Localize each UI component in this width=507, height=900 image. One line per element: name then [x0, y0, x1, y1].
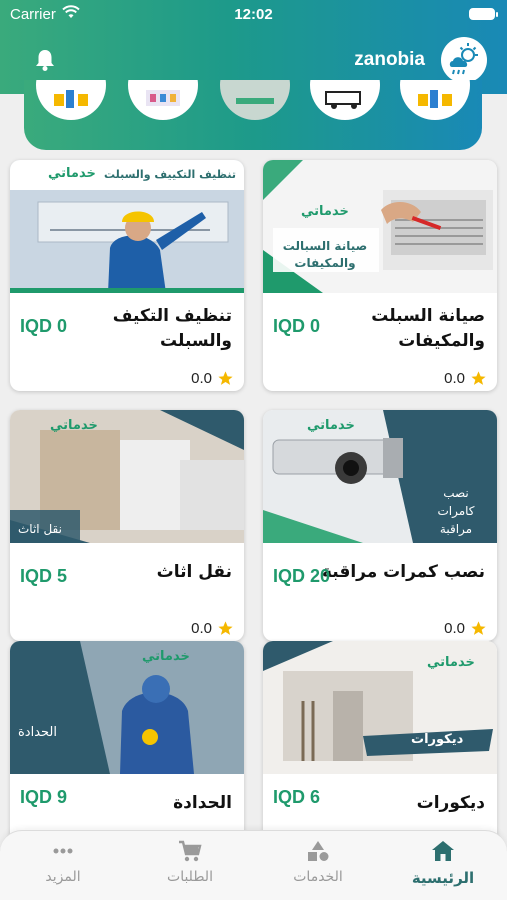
service-banner: الحدادة	[18, 725, 57, 740]
username-label: zanobia	[354, 49, 425, 70]
service-rating: 0.0	[444, 370, 487, 387]
service-card[interactable]: خدماتي نصب كامرات مراقبة نصب كمرات مراقب…	[263, 410, 497, 641]
service-price: IQD 5	[20, 566, 68, 586]
star-icon	[218, 621, 233, 635]
tab-home[interactable]: الرئيسية	[388, 839, 498, 887]
service-price: IQD 9	[20, 787, 68, 807]
rating-value: 0.0	[444, 620, 465, 637]
shapes-icon	[308, 841, 329, 861]
category-item-moving[interactable]	[310, 80, 380, 120]
service-brand: خدماتي	[427, 655, 475, 670]
tab-label: الطلبات	[167, 869, 213, 885]
rating-value: 0.0	[191, 370, 212, 387]
service-name: نقل اثاث	[156, 562, 232, 582]
tab-more[interactable]: المزيد	[8, 839, 118, 885]
service-image-blacksmith	[10, 641, 244, 774]
category-item-painting[interactable]	[128, 80, 198, 120]
service-name: تنظيف التكيف والسبلت	[112, 306, 232, 351]
tab-services[interactable]: الخدمات	[263, 839, 373, 885]
bell-icon[interactable]	[34, 48, 56, 72]
cart-icon	[179, 840, 202, 862]
more-icon	[53, 848, 73, 854]
home-icon	[432, 841, 454, 861]
tab-label: المزيد	[45, 869, 81, 885]
service-price: IQD 20	[273, 566, 331, 586]
service-brand: خدماتي	[48, 166, 96, 181]
star-icon	[471, 621, 486, 635]
service-price: IQD 0	[273, 316, 321, 336]
service-name: ديكورات	[416, 793, 485, 813]
category-item-maintenance[interactable]	[400, 80, 470, 120]
service-rating: 0.0	[444, 620, 487, 637]
category-item-khadamaty[interactable]	[220, 80, 290, 120]
service-card[interactable]: خدماتي تنظيف التكييف والسبلت تنظيف التكي…	[10, 160, 244, 391]
service-card[interactable]: خدماتي صيانة السبالت والمكيفات صيانة الس…	[263, 160, 497, 391]
service-rating: 0.0	[191, 620, 234, 637]
tab-orders[interactable]: الطلبات	[135, 839, 245, 885]
service-brand: خدماتي	[142, 649, 190, 664]
service-brand: خدماتي	[301, 204, 349, 219]
service-name: صيانة السبلت والمكيفات	[371, 306, 485, 351]
star-icon	[218, 371, 233, 385]
service-rating: 0.0	[191, 370, 234, 387]
service-brand: خدماتي	[50, 418, 98, 433]
tab-label: الخدمات	[293, 869, 343, 885]
category-item-cleaning[interactable]	[36, 80, 106, 120]
clock: 12:02	[234, 6, 273, 23]
bottom-tab-bar: الرئيسية الخدمات الطلبات المزيد	[0, 830, 507, 900]
category-strip	[24, 80, 482, 150]
service-banner: صيانة السبالت والمكيفات	[282, 239, 368, 270]
service-banner: نصب كامرات مراقبة	[437, 486, 475, 536]
service-name: الحدادة	[173, 793, 232, 813]
weather-icon[interactable]	[441, 37, 487, 83]
service-banner: تنظيف التكييف والسبلت	[103, 168, 236, 181]
service-card[interactable]: خدماتي نقل اثاث نقل اثاث IQD 5 0.0	[10, 410, 244, 641]
service-banner: ديكورات	[411, 732, 464, 747]
service-price: IQD 0	[20, 316, 68, 336]
rating-value: 0.0	[444, 370, 465, 387]
rating-value: 0.0	[191, 620, 212, 637]
service-image-ac-repair	[263, 160, 497, 293]
status-bar: Carrier 12:02	[0, 0, 507, 28]
service-brand: خدماتي	[307, 418, 355, 433]
tab-label: الرئيسية	[411, 869, 475, 887]
service-banner: نقل اثاث	[18, 522, 62, 536]
service-price: IQD 6	[273, 787, 321, 807]
star-icon	[471, 371, 486, 385]
battery-icon	[469, 8, 498, 20]
